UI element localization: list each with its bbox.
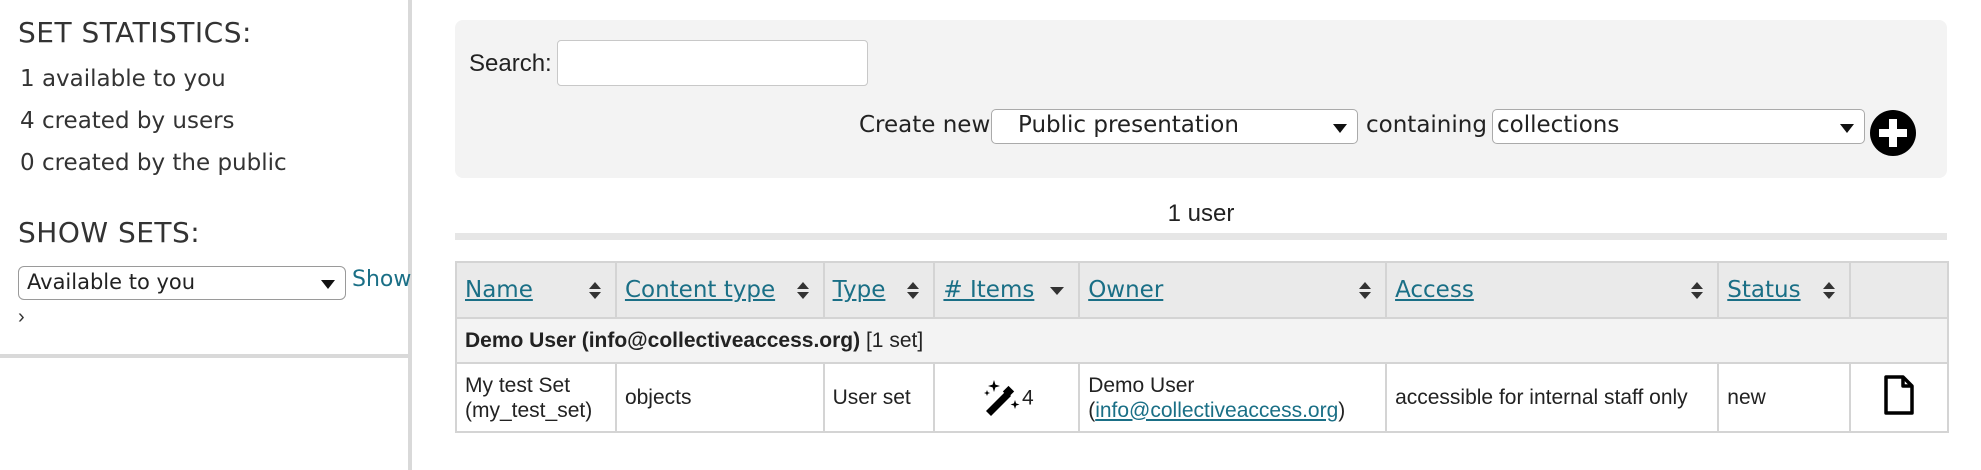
sort-link-name[interactable]: Name <box>465 277 533 303</box>
sort-link-owner[interactable]: Owner <box>1088 277 1163 303</box>
show-sets-select[interactable]: Available to you <box>18 266 346 300</box>
table-row: My test Set (my_test_set) objects User s… <box>455 362 1949 433</box>
column-header-actions <box>1849 261 1949 319</box>
show-sets-select-value: Available to you <box>27 270 196 294</box>
group-row: Demo User (info@collectiveaccess.org) [1… <box>455 317 1949 364</box>
show-sets-title: SHOW SETS: <box>18 216 201 249</box>
set-code: (my_test_set) <box>465 398 593 422</box>
cell-status: new <box>1717 362 1852 433</box>
arrow-icon: › <box>18 306 25 328</box>
owner-email-link[interactable]: info@collectiveaccess.org <box>1095 399 1338 422</box>
group-owner: Demo User (info@collectiveaccess.org) <box>465 328 861 352</box>
cell-access: accessible for internal staff only <box>1385 362 1720 433</box>
owner-email-close: ) <box>1338 398 1346 422</box>
column-header-owner[interactable]: Owner <box>1078 261 1388 319</box>
table-header-row: Name Content type Type # Items Owner Acc… <box>455 261 1949 319</box>
sort-icon <box>796 282 809 300</box>
owner-email-line: (info@collectiveaccess.org) <box>1088 398 1377 423</box>
set-statistics-title: SET STATISTICS: <box>18 16 252 49</box>
cell-type: User set <box>822 362 936 433</box>
column-header-items[interactable]: # Items <box>933 261 1081 319</box>
sort-link-type[interactable]: Type <box>833 277 886 303</box>
sort-link-status[interactable]: Status <box>1727 277 1800 303</box>
column-header-content-type[interactable]: Content type <box>614 261 825 319</box>
sort-icon <box>1359 282 1372 300</box>
containing-label: containing <box>1366 112 1487 138</box>
content-type-select[interactable]: collections <box>1492 109 1865 144</box>
group-cell: Demo User (info@collectiveaccess.org) [1… <box>455 317 1949 364</box>
sets-table: Name Content type Type # Items Owner Acc… <box>455 261 1949 433</box>
add-set-button[interactable] <box>1870 110 1916 156</box>
stat-created-by-users: 4 created by users <box>20 108 235 134</box>
show-button[interactable]: Show <box>352 267 411 292</box>
sort-icon <box>1691 282 1704 300</box>
column-header-status[interactable]: Status <box>1717 261 1852 319</box>
items-count: 4 <box>1021 386 1034 409</box>
sort-desc-icon <box>1050 287 1065 295</box>
set-name: My test Set <box>465 373 571 397</box>
magic-wand-icon[interactable] <box>980 377 1022 419</box>
user-count: 1 user <box>1167 200 1235 227</box>
search-panel: Search: Create new Public presentation c… <box>455 20 1947 178</box>
stat-available: 1 available to you <box>20 66 226 92</box>
column-header-name[interactable]: Name <box>455 261 617 319</box>
search-label: Search: <box>469 50 552 77</box>
column-header-access[interactable]: Access <box>1385 261 1720 319</box>
sort-link-items[interactable]: # Items <box>943 277 1034 303</box>
sidebar-divider <box>0 354 408 358</box>
cell-content-type: objects <box>614 362 825 433</box>
set-type-value: Public presentation <box>1018 112 1239 138</box>
cell-owner: Demo User (info@collectiveaccess.org) <box>1078 362 1388 433</box>
create-new-label: Create new <box>859 112 991 138</box>
cell-actions <box>1849 362 1949 433</box>
chevron-down-icon <box>1840 124 1854 133</box>
sort-link-content-type[interactable]: Content type <box>625 277 775 303</box>
chevron-down-icon <box>321 280 335 289</box>
content-type-value: collections <box>1497 112 1620 138</box>
document-icon[interactable] <box>1883 374 1915 416</box>
sort-icon <box>1823 282 1836 300</box>
group-count: [1 set] <box>865 328 924 352</box>
owner-name: Demo User <box>1088 373 1195 397</box>
sidebar: SET STATISTICS: 1 available to you 4 cre… <box>0 0 412 470</box>
sort-link-access[interactable]: Access <box>1395 277 1474 303</box>
cell-name: My test Set (my_test_set) <box>455 362 617 433</box>
user-count-divider <box>455 233 1947 240</box>
column-header-type[interactable]: Type <box>822 261 936 319</box>
set-type-select[interactable]: Public presentation <box>991 109 1358 144</box>
chevron-down-icon <box>1333 124 1347 133</box>
search-input[interactable] <box>557 40 868 86</box>
sort-icon <box>907 282 920 300</box>
cell-items: 4 <box>933 362 1081 433</box>
stat-created-by-public: 0 created by the public <box>20 150 287 176</box>
sort-icon <box>588 282 601 300</box>
